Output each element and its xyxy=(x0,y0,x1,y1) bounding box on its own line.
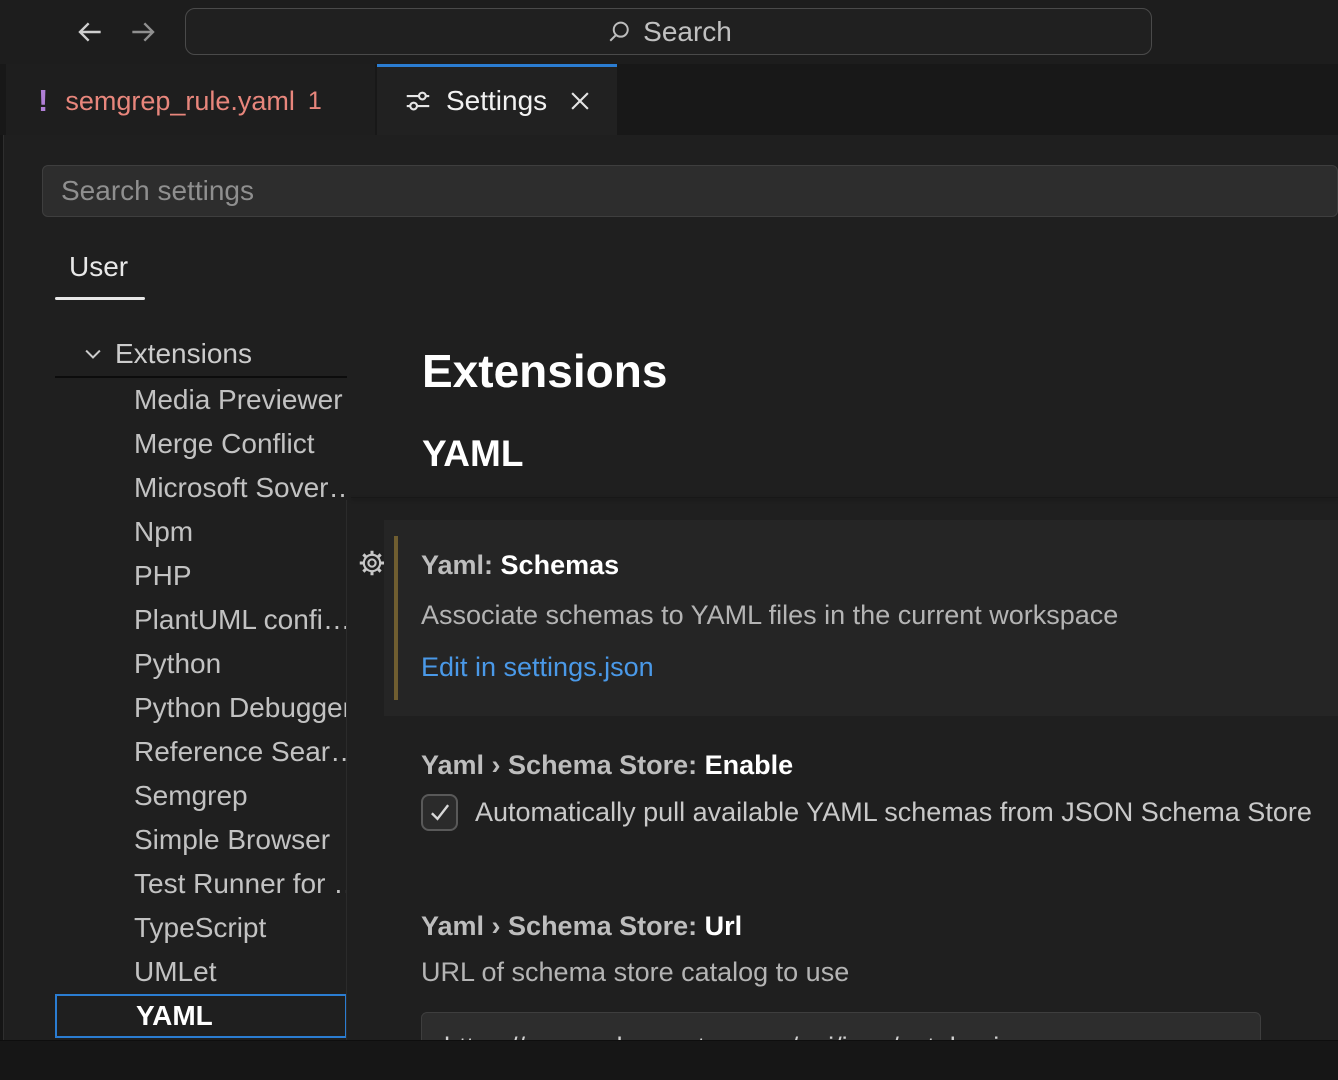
checkmark-icon xyxy=(425,797,455,827)
toc-item-python-debugger[interactable]: Python Debugger xyxy=(55,686,347,730)
back-button[interactable] xyxy=(74,16,106,48)
settings-editor: User Extensions Media Previewer Merge Co… xyxy=(3,135,1338,1040)
toc-item-umlet[interactable]: UMLet xyxy=(55,950,347,994)
setting-name: Url xyxy=(705,911,743,941)
setting-category: Yaml › Schema Store: xyxy=(421,911,705,941)
tab-settings[interactable]: Settings xyxy=(377,64,617,135)
edit-settings-json-link[interactable]: Edit in settings.json xyxy=(421,652,654,683)
toc-item-npm[interactable]: Npm xyxy=(55,510,347,554)
page-subtitle: YAML xyxy=(422,435,523,472)
search-icon xyxy=(605,18,633,46)
setting-name: Enable xyxy=(705,750,794,780)
url-input[interactable] xyxy=(421,1012,1261,1040)
scope-tab-underline xyxy=(55,297,145,300)
vscode-window: Search ! semgrep_rule.yaml 1 Settings Us… xyxy=(0,0,1338,1080)
toc-item-php[interactable]: PHP xyxy=(55,554,347,598)
setting-title: Yaml: Schemas xyxy=(421,550,619,581)
settings-search-input[interactable] xyxy=(42,165,1338,217)
command-center-search[interactable]: Search xyxy=(185,8,1152,55)
toc-group-label: Extensions xyxy=(115,338,252,370)
toc-item-simple-browser[interactable]: Simple Browser xyxy=(55,818,347,862)
toc-item-semgrep[interactable]: Semgrep xyxy=(55,774,347,818)
tab-label: Settings xyxy=(446,85,547,117)
scope-tab-user[interactable]: User xyxy=(69,251,128,283)
forward-button[interactable] xyxy=(127,16,159,48)
arrow-left-icon xyxy=(74,16,106,48)
page-title: Extensions xyxy=(422,348,667,394)
chevron-down-icon xyxy=(82,343,104,365)
checkbox-label: Automatically pull available YAML schema… xyxy=(475,797,1312,828)
setting-row-schema-store-url: Yaml › Schema Store: Url xyxy=(421,911,742,942)
setting-category: Yaml › Schema Store: xyxy=(421,750,705,780)
checkbox-checked[interactable] xyxy=(421,794,458,831)
toc-item-test-runner[interactable]: Test Runner for … xyxy=(55,862,347,906)
setting-row-schema-store-enable: Yaml › Schema Store: Enable xyxy=(421,750,793,781)
toc-item-python[interactable]: Python xyxy=(55,642,347,686)
settings-sliders-icon xyxy=(403,86,433,116)
command-center-label: Search xyxy=(643,16,732,48)
tab-label: semgrep_rule.yaml xyxy=(65,86,295,117)
toc-item-media-previewer[interactable]: Media Previewer xyxy=(55,378,347,422)
setting-description: Associate schemas to YAML files in the c… xyxy=(421,600,1118,631)
problems-badge: 1 xyxy=(308,87,322,116)
setting-description: URL of schema store catalog to use xyxy=(421,957,849,988)
toc-item-merge-conflict[interactable]: Merge Conflict xyxy=(55,422,347,466)
toc-group-extensions[interactable]: Extensions xyxy=(55,332,347,378)
gear-glyph xyxy=(358,549,386,577)
toc-content-divider xyxy=(346,500,347,1040)
toc-item-plantuml-config[interactable]: PlantUML confi… xyxy=(55,598,347,642)
gear-icon[interactable] xyxy=(358,549,386,577)
settings-toc: Extensions Media Previewer Merge Conflic… xyxy=(55,332,347,1038)
close-icon[interactable] xyxy=(565,86,595,116)
toc-item-typescript[interactable]: TypeScript xyxy=(55,906,347,950)
modified-indicator xyxy=(394,536,398,700)
setting-row-schemas: Yaml: Schemas Associate schemas to YAML … xyxy=(384,520,1338,716)
schema-store-enable-control: Automatically pull available YAML schema… xyxy=(421,790,1312,834)
tab-bar: ! semgrep_rule.yaml 1 Settings xyxy=(0,64,1338,135)
content-header-divider xyxy=(351,497,1338,498)
close-x-glyph xyxy=(566,87,594,115)
setting-category: Yaml: xyxy=(421,550,501,580)
toc-item-reference-search[interactable]: Reference Sear… xyxy=(55,730,347,774)
bottom-panel-strip xyxy=(0,1040,1338,1080)
toc-item-microsoft-sover[interactable]: Microsoft Sover… xyxy=(55,466,347,510)
setting-name: Schemas xyxy=(501,550,620,580)
tab-semgrep-rule-yaml[interactable]: ! semgrep_rule.yaml 1 xyxy=(6,64,375,135)
title-bar: Search xyxy=(0,0,1338,64)
warning-icon: ! xyxy=(38,83,48,119)
arrow-right-icon xyxy=(127,16,159,48)
toc-item-yaml[interactable]: YAML xyxy=(55,994,347,1038)
